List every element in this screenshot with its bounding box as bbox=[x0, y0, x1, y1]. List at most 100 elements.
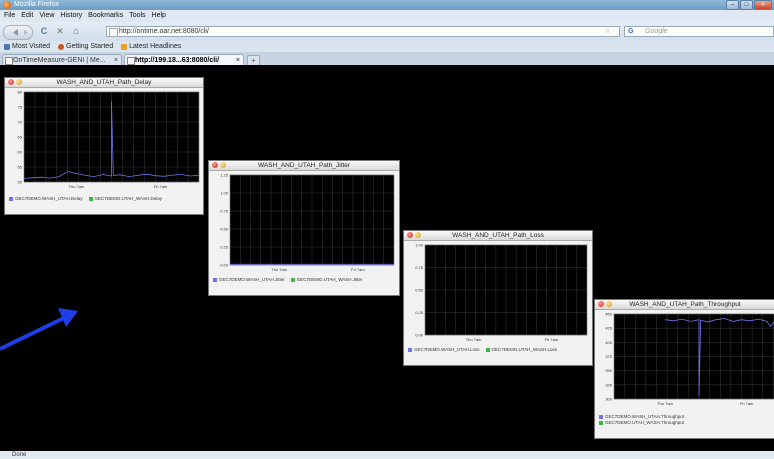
panel-titlebar[interactable]: WASH_AND_UTAH_Path_Jitter bbox=[209, 161, 399, 171]
page-icon bbox=[5, 57, 13, 65]
x-tick-label: Thu 7am bbox=[466, 337, 482, 342]
y-tick-label: 0.75 bbox=[415, 265, 424, 270]
y-tick-label: 1.00 bbox=[220, 191, 229, 196]
annotation-arrow-shaft bbox=[0, 315, 67, 351]
y-tick-label: 0.75 bbox=[220, 209, 229, 214]
legend-label: GEC7DEMO.UTAH_WASH.Throughput bbox=[605, 420, 685, 425]
panel-jitter[interactable]: WASH_AND_UTAH_Path_Jitter 0.00 0.25 0.50 0.… bbox=[208, 160, 400, 296]
minimize-button[interactable]: – bbox=[726, 0, 739, 10]
close-window-button[interactable]: ✕ bbox=[754, 0, 772, 10]
page-content: WASH_AND_UTAH_Path_Delay 50 55 60 65 70 75 80 T… bbox=[0, 65, 774, 451]
panel-title: WASH_AND_UTAH_Path_Jitter bbox=[257, 162, 351, 169]
x-tick-label: Thu 7am bbox=[271, 267, 287, 272]
menu-history[interactable]: History bbox=[60, 10, 82, 22]
x-tick-label: Fri 7am bbox=[154, 184, 168, 189]
most-visited-icon bbox=[4, 43, 10, 50]
tab-ontimemeasure[interactable]: OnTimeMeasure-GENI | Me... × bbox=[2, 54, 122, 65]
tab-bar: OnTimeMeasure-GENI | Me... × http://199.… bbox=[0, 52, 774, 66]
menu-tools[interactable]: Tools bbox=[129, 10, 145, 22]
y-tick-label: 400 bbox=[605, 340, 612, 345]
legend-item: GEC7DEMO.WASH_UTAH.Loss bbox=[408, 347, 480, 352]
menu-bookmarks[interactable]: Bookmarks bbox=[88, 10, 123, 22]
y-tick-label: 0.50 bbox=[220, 227, 229, 232]
legend-swatch bbox=[599, 420, 603, 425]
x-tick-label: Fri 7am bbox=[545, 337, 559, 342]
legend-label: GEC7DEMO.WASH_UTAH.Jitter bbox=[219, 277, 285, 282]
x-tick-label: Fri 7am bbox=[351, 267, 365, 272]
tab-close-icon[interactable]: × bbox=[236, 55, 240, 65]
panel-throughput[interactable]: WASH_AND_UTAH_Path_Throughput 300 325 350 3… bbox=[594, 299, 774, 439]
legend-swatch bbox=[408, 347, 412, 352]
url-text[interactable]: http://ontime.oar.net:8080/cli/ bbox=[119, 27, 209, 37]
home-button[interactable]: ⌂ bbox=[71, 26, 81, 37]
firefox-icon bbox=[58, 43, 64, 50]
window-titlebar: Mozilla Firefox – □ ✕ bbox=[0, 0, 774, 10]
jitter-chart: 0.00 0.25 0.50 0.75 1.00 1.25 Thu 7am Fri 7am bbox=[220, 173, 395, 272]
tab-cli[interactable]: http://199.18...63:8080/cli/ × bbox=[124, 54, 244, 65]
x-tick-label: Fri 7am bbox=[740, 401, 754, 406]
firefox-logo-icon bbox=[3, 1, 11, 9]
chart-legend: GEC7DEMO.WASH_UTAH.Loss GEC7DEMO.UTAH_WAS… bbox=[408, 347, 557, 352]
y-tick-label: 450 bbox=[605, 312, 612, 317]
x-tick-label: Thu 7am bbox=[657, 401, 673, 406]
status-text: Done bbox=[12, 452, 27, 458]
rss-icon bbox=[121, 43, 128, 50]
back-forward-button[interactable] bbox=[3, 25, 33, 40]
y-tick-label: 325 bbox=[605, 382, 612, 387]
legend-swatch bbox=[213, 277, 217, 282]
panel-loss[interactable]: WASH_AND_UTAH_Path_Loss 0.00 0.25 0.50 0.75… bbox=[403, 230, 593, 366]
navigation-toolbar: C ✕ ⌂ http://ontime.oar.net:8080/cli/ ☆ … bbox=[0, 22, 774, 41]
menu-view[interactable]: View bbox=[39, 10, 54, 22]
tab-label: http://199.18...63:8080/cli/ bbox=[135, 57, 220, 64]
legend-item: GEC7DEMO.UTAH_WASH.Throughput bbox=[599, 420, 684, 425]
y-tick-label: 350 bbox=[605, 368, 612, 373]
legend-swatch bbox=[290, 277, 295, 282]
legend-label: GEC7DEMO.WASH_UTAH.Loss bbox=[414, 347, 480, 352]
y-tick-label: 425 bbox=[605, 326, 612, 331]
page-icon bbox=[109, 28, 118, 37]
tab-label: OnTimeMeasure-GENI | Me... bbox=[13, 57, 106, 64]
legend-swatch bbox=[599, 414, 603, 419]
menu-file[interactable]: File bbox=[4, 10, 15, 22]
legend-item: GEC7DEMO.UTAH_WASH.Jitter bbox=[290, 277, 363, 282]
y-tick-label: 1.00 bbox=[415, 243, 424, 248]
y-tick-label: 0.25 bbox=[415, 310, 424, 315]
maximize-button[interactable]: □ bbox=[740, 0, 753, 10]
throughput-chart: 300 325 350 375 400 425 450 Thu 7am Fri 7am bbox=[605, 312, 774, 406]
reload-button[interactable]: C bbox=[39, 26, 49, 37]
legend-label: GEC7DEMO.UTAH_WASH.Jitter bbox=[296, 277, 363, 282]
y-tick-label: 0.00 bbox=[220, 263, 229, 268]
annotation-arrow bbox=[0, 308, 78, 351]
bookmark-getting-started[interactable]: Getting Started bbox=[58, 41, 113, 52]
search-input[interactable]: Google bbox=[645, 27, 668, 37]
legend-item: GEC7DEMO.UTAH_WASH.Loss bbox=[485, 347, 558, 352]
stop-button[interactable]: ✕ bbox=[55, 26, 65, 37]
y-tick-label: 1.25 bbox=[220, 173, 229, 178]
legend-item: GEC7DEMO.WASH_UTAH.Jitter bbox=[213, 277, 285, 282]
chart-legend: GEC7DEMO.WASH_UTAH.Throughput GEC7DEMO.UT… bbox=[599, 414, 684, 425]
tab-close-icon[interactable]: × bbox=[114, 55, 118, 65]
bookmark-star-icon[interactable]: ☆ · bbox=[604, 27, 615, 37]
status-bar: Done bbox=[0, 451, 774, 459]
google-icon[interactable]: G bbox=[628, 27, 633, 37]
legend-label: GEC7DEMO.UTAH_WASH.Loss bbox=[491, 347, 558, 352]
loss-chart: 0.00 0.25 0.50 0.75 1.00 Thu 7am Fri 7am bbox=[415, 243, 588, 342]
page-icon bbox=[127, 57, 135, 65]
search-bar[interactable]: G Google bbox=[624, 26, 774, 37]
bookmark-most-visited[interactable]: Most Visited bbox=[4, 41, 50, 52]
y-tick-label: 375 bbox=[605, 354, 612, 359]
y-tick-label: 0.50 bbox=[415, 288, 424, 293]
bookmark-latest-headlines[interactable]: Latest Headlines bbox=[121, 41, 181, 52]
menu-bar: File Edit View History Bookmarks Tools H… bbox=[0, 10, 774, 22]
panel-title: WASH_AND_UTAH_Path_Loss bbox=[452, 232, 544, 239]
panel-titlebar[interactable]: WASH_AND_UTAH_Path_Loss bbox=[404, 231, 592, 241]
chart-legend: GEC7DEMO.WASH_UTAH.Jitter GEC7DEMO.UTAH_W… bbox=[213, 277, 363, 282]
menu-help[interactable]: Help bbox=[152, 10, 166, 22]
menu-edit[interactable]: Edit bbox=[21, 10, 33, 22]
legend-swatch bbox=[485, 347, 490, 352]
y-tick-label: 0.25 bbox=[220, 245, 229, 250]
panel-titlebar[interactable]: WASH_AND_UTAH_Path_Throughput bbox=[595, 300, 774, 310]
y-tick-label: 0.00 bbox=[415, 333, 424, 338]
legend-label: GEC7DEMO.WASH_UTAH.Throughput bbox=[605, 414, 685, 419]
url-bar[interactable]: http://ontime.oar.net:8080/cli/ ☆ · bbox=[106, 26, 620, 37]
